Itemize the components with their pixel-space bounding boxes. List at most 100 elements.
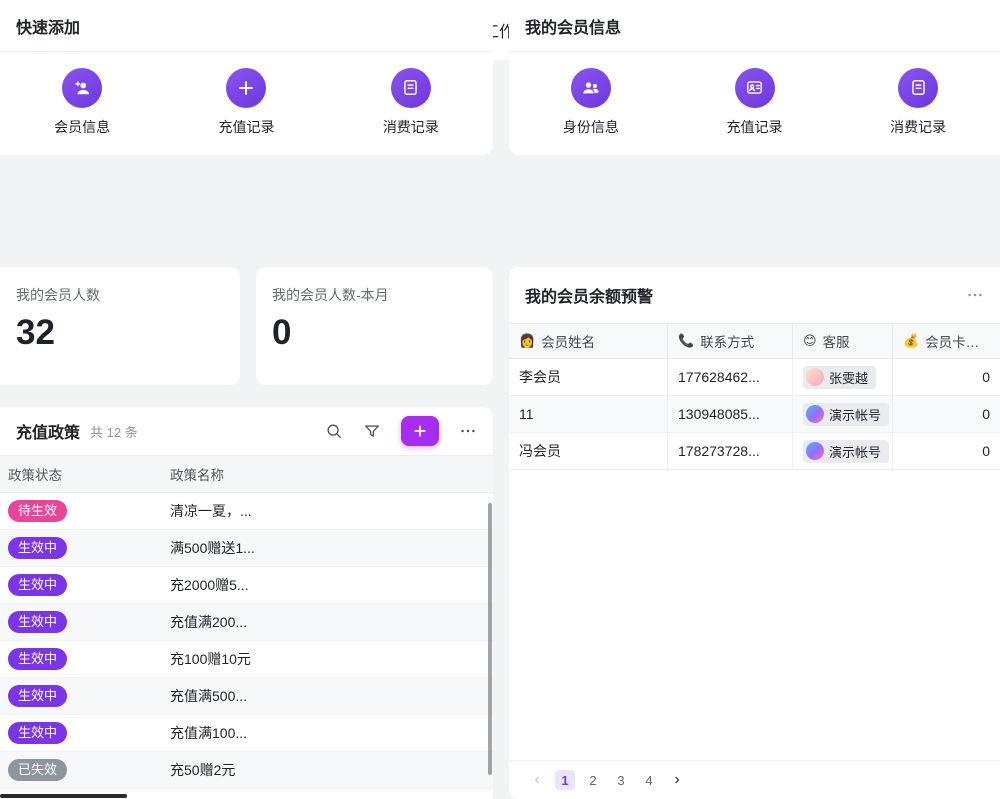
agent-cell: 张雯越 xyxy=(793,359,893,395)
page-button-4[interactable]: 4 xyxy=(639,770,659,790)
column-header-card-balance[interactable]: 💰 会员卡… xyxy=(893,324,1000,358)
balance-table-header: 👩 会员姓名 📞 联系方式 😊 客服 💰 会员卡… xyxy=(509,323,1000,359)
column-label: 联系方式 xyxy=(700,331,754,351)
recharge-policy-header: 充值政策 共 12 条 xyxy=(0,407,493,455)
column-label: 会员姓名 xyxy=(541,331,595,351)
more-button[interactable] xyxy=(459,422,477,440)
column-header-name[interactable]: 政策名称 xyxy=(162,464,493,484)
table-row[interactable]: 生效中 充值满100... xyxy=(0,715,493,752)
receipt-icon xyxy=(391,68,431,108)
policy-toolbar xyxy=(325,416,477,446)
page-button-2[interactable]: 2 xyxy=(583,770,603,790)
status-badge: 生效中 xyxy=(8,574,67,596)
table-row[interactable]: 生效中 满500赠送1... xyxy=(0,530,493,567)
more-icon xyxy=(459,422,477,440)
stat-card-member-count: 我的会员人数 32 xyxy=(0,267,240,385)
person-emoji-icon: 👩 xyxy=(519,333,535,349)
column-header-member-name[interactable]: 👩 会员姓名 xyxy=(509,324,668,358)
policy-name-cell: 充100赠10元 xyxy=(162,649,493,669)
policy-name-cell: 满500赠送1... xyxy=(162,538,493,558)
filter-button[interactable] xyxy=(363,422,381,440)
action-label: 消费记录 xyxy=(890,117,946,137)
status-badge: 生效中 xyxy=(8,537,67,559)
balance-alert-header: 我的会员余额预警 xyxy=(509,267,1000,323)
add-policy-button[interactable] xyxy=(401,416,439,446)
quick-add-member-info-button[interactable]: 会员信息 xyxy=(0,68,164,137)
recharge-policy-card: 充值政策 共 12 条 政策状态 政策名称 待生 xyxy=(0,407,493,799)
quick-add-recharge-record-button[interactable]: 充值记录 xyxy=(164,68,328,137)
table-row[interactable]: 生效中 充2000赠5... xyxy=(0,567,493,604)
identity-info-button[interactable]: 身份信息 xyxy=(509,68,673,137)
table-footer-divider xyxy=(509,760,1000,761)
quick-add-card: 快速添加 会员信息 充值记录 消费记录 xyxy=(0,0,493,155)
filter-icon xyxy=(363,422,381,440)
agent-pill: 演示帐号 xyxy=(803,440,889,463)
action-label: 充值记录 xyxy=(218,117,274,137)
page-button-3[interactable]: 3 xyxy=(611,770,631,790)
column-header-contact[interactable]: 📞 联系方式 xyxy=(668,324,793,358)
stat-card-member-count-month: 我的会员人数-本月 0 xyxy=(256,267,493,385)
more-icon xyxy=(966,286,984,304)
quick-add-title: 快速添加 xyxy=(16,14,80,38)
horizontal-scrollbar[interactable] xyxy=(0,794,127,798)
table-row[interactable]: 生效中 充值满500... xyxy=(0,678,493,715)
stat-value: 0 xyxy=(272,313,477,353)
column-label: 客服 xyxy=(823,331,850,351)
agent-pill: 张雯越 xyxy=(803,366,876,389)
phone-emoji-icon: 📞 xyxy=(678,333,694,349)
pagination: ‹ 1 2 3 4 › xyxy=(527,767,687,793)
prev-page-button[interactable]: ‹ xyxy=(527,770,547,790)
member-recharge-record-button[interactable]: 充值记录 xyxy=(673,68,837,137)
table-row[interactable]: 11 130948085... 演示帐号 0 xyxy=(509,396,1000,433)
people-icon xyxy=(571,68,611,108)
member-info-title: 我的会员信息 xyxy=(525,14,621,38)
avatar xyxy=(806,405,824,423)
policy-name-cell: 充50赠2元 xyxy=(162,760,493,780)
column-header-agent[interactable]: 😊 客服 xyxy=(793,324,893,358)
table-row[interactable]: 冯会员 178273728... 演示帐号 0 xyxy=(509,433,1000,470)
member-info-card: 我的会员信息 身份信息 充值记录 消费记录 xyxy=(509,0,1000,155)
balance-cell: 0 xyxy=(893,396,1000,432)
balance-table: 👩 会员姓名 📞 联系方式 😊 客服 💰 会员卡… 李会员 17 xyxy=(509,323,1000,470)
vertical-scrollbar[interactable] xyxy=(488,503,492,775)
balance-alert-card: 我的会员余额预警 👩 会员姓名 📞 联系方式 😊 客服 xyxy=(509,267,1000,799)
receipt-icon xyxy=(898,68,938,108)
table-row[interactable]: 已失效 充50赠2元 xyxy=(0,752,493,789)
quick-add-consume-record-button[interactable]: 消费记录 xyxy=(329,68,493,137)
more-button[interactable] xyxy=(966,286,984,304)
table-row[interactable]: 生效中 充值满200... xyxy=(0,604,493,641)
next-page-button[interactable]: › xyxy=(667,770,687,790)
action-label: 会员信息 xyxy=(54,117,110,137)
person-plus-icon xyxy=(62,68,102,108)
agent-name: 张雯越 xyxy=(829,368,868,387)
page-button-1[interactable]: 1 xyxy=(555,770,575,790)
policy-name-cell: 充2000赠5... xyxy=(162,575,493,595)
status-badge: 生效中 xyxy=(8,722,67,744)
table-row[interactable]: 生效中 充100赠10元 xyxy=(0,641,493,678)
phone-cell: 130948085... xyxy=(668,396,793,432)
recharge-policy-title: 充值政策 xyxy=(16,419,80,443)
stat-label: 我的会员人数 xyxy=(16,285,224,305)
balance-cell: 0 xyxy=(893,359,1000,395)
column-label: 会员卡… xyxy=(925,331,979,351)
status-badge: 待生效 xyxy=(8,500,67,522)
status-badge: 已失效 xyxy=(8,759,67,781)
phone-cell: 177628462... xyxy=(668,359,793,395)
action-label: 充值记录 xyxy=(727,117,783,137)
member-consume-record-button[interactable]: 消费记录 xyxy=(836,68,1000,137)
phone-cell: 178273728... xyxy=(668,433,793,469)
plus-icon xyxy=(412,423,428,439)
policy-table-header: 政策状态 政策名称 xyxy=(0,455,493,493)
table-row[interactable]: 待生效 清凉一夏，... xyxy=(0,493,493,530)
column-header-status[interactable]: 政策状态 xyxy=(0,464,162,484)
dashboard-page: 客服工作台 快速添加 会员信息 充值记录 xyxy=(0,0,1000,799)
balance-alert-title: 我的会员余额预警 xyxy=(525,283,653,307)
action-label: 身份信息 xyxy=(563,117,619,137)
member-info-actions: 身份信息 充值记录 消费记录 xyxy=(509,52,1000,152)
table-row[interactable]: 李会员 177628462... 张雯越 0 xyxy=(509,359,1000,396)
search-button[interactable] xyxy=(325,422,343,440)
avatar xyxy=(806,368,824,386)
smiley-emoji-icon: 😊 xyxy=(803,333,817,349)
record-count: 共 12 条 xyxy=(90,422,138,441)
status-badge: 生效中 xyxy=(8,611,67,633)
